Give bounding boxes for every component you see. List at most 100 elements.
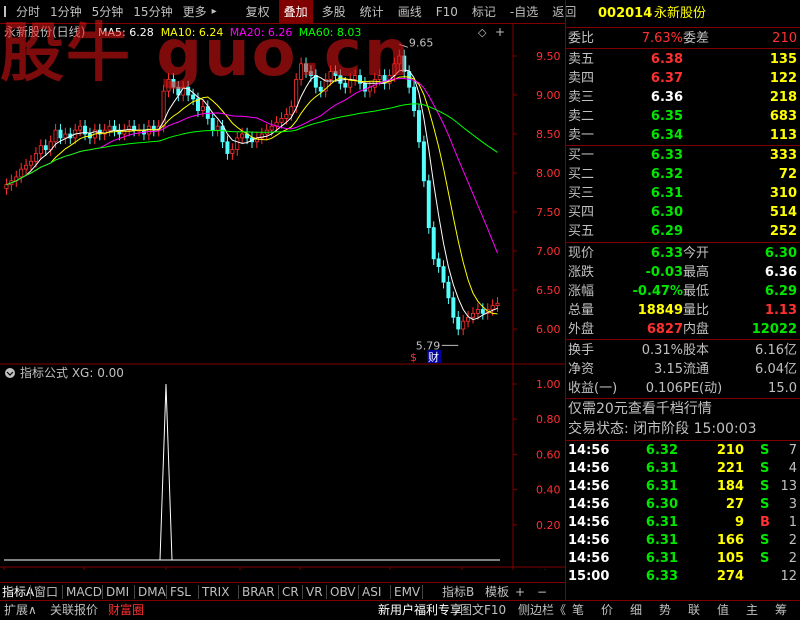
price-tick-label: 8.00 bbox=[536, 167, 561, 180]
quote-panel: 002014 永新股份 委比 7.63% 委差 210 卖五 6.38 135 卖四 6.37 122… bbox=[565, 0, 800, 600]
candle-body bbox=[470, 312, 475, 318]
buy-price[interactable]: 6.30 bbox=[651, 203, 683, 222]
bottom-right-tab-2[interactable]: 细 bbox=[630, 601, 642, 620]
quote-row: 买三 6.31 310 bbox=[566, 184, 800, 203]
tab-obv[interactable]: OBV bbox=[330, 583, 356, 601]
stat-label: 现价 bbox=[568, 246, 595, 261]
sell-volume: 135 bbox=[769, 52, 797, 67]
tab-right-0[interactable]: 指标B bbox=[442, 583, 474, 601]
tab-right-2[interactable]: + bbox=[515, 583, 525, 601]
tick-count: 2 bbox=[788, 533, 797, 548]
tab-trix[interactable]: TRIX bbox=[202, 583, 229, 601]
price-tick-label: 9.50 bbox=[536, 50, 561, 63]
tab-dma[interactable]: DMA bbox=[138, 583, 166, 601]
quote-row: 仅需20元查看千档行情 bbox=[566, 400, 800, 419]
toolbar-right-item-7[interactable]: -自选 bbox=[505, 0, 543, 24]
tab-brar[interactable]: BRAR bbox=[242, 583, 275, 601]
tab-macd[interactable]: MACD bbox=[66, 583, 102, 601]
xaxis-label: 3 bbox=[303, 569, 310, 570]
candle-body bbox=[461, 320, 466, 330]
diamond-icon[interactable]: ◇ bbox=[478, 26, 487, 39]
tab-separator bbox=[358, 585, 359, 599]
candle-body bbox=[451, 297, 456, 318]
tick-direction: S bbox=[760, 461, 770, 476]
bottom-right-tab-4[interactable]: 联 bbox=[688, 601, 700, 620]
bottom-left-item-0[interactable]: 扩展∧ bbox=[4, 601, 37, 620]
kline-chart[interactable]: 9.509.008.508.007.507.006.506.00永新股份(日线)… bbox=[0, 24, 565, 570]
sell-price[interactable]: 6.36 bbox=[651, 88, 683, 107]
xaxis-label: 2 bbox=[243, 569, 250, 570]
price-tick-label: 8.50 bbox=[536, 128, 561, 141]
bottom-right-tab-7[interactable]: 筹 bbox=[775, 601, 787, 620]
quote-row: 卖一 6.34 113 bbox=[566, 126, 800, 145]
tick-price: 6.31 bbox=[645, 515, 678, 530]
level2-promo-link[interactable]: 仅需20元查看千档行情 bbox=[568, 400, 712, 419]
tick-time: 14:56 bbox=[568, 551, 610, 566]
stat-value: 6827 bbox=[646, 322, 683, 337]
info-value: 0.106 bbox=[645, 381, 683, 396]
bottom-right-tab-1[interactable]: 价 bbox=[601, 601, 613, 620]
candle-body bbox=[53, 129, 58, 143]
buy-price[interactable]: 6.33 bbox=[651, 146, 683, 165]
tab-cr[interactable]: CR bbox=[282, 583, 299, 601]
tick-time: 14:56 bbox=[568, 461, 610, 476]
quote-row: 14:56 6.31 221 S 4 bbox=[566, 459, 800, 478]
tick-direction: S bbox=[760, 443, 770, 458]
xg-signal-spike bbox=[159, 383, 173, 561]
tab-right-3[interactable]: − bbox=[537, 583, 547, 601]
candle-body bbox=[421, 141, 426, 182]
ma10-line bbox=[6, 76, 498, 315]
bottom-right-tab-0[interactable]: 笔 bbox=[572, 601, 584, 620]
indicator-menu-icon[interactable] bbox=[5, 368, 15, 378]
stat-label: 最高 bbox=[683, 265, 710, 280]
toolbar-right-item-6[interactable]: 标记 bbox=[467, 0, 501, 24]
tab-asi[interactable]: ASI bbox=[362, 583, 381, 601]
candle-body bbox=[446, 281, 451, 299]
tab-right-1[interactable]: 模板 bbox=[485, 583, 509, 601]
info-label: 股本 bbox=[683, 343, 710, 358]
tab-emv[interactable]: EMV bbox=[394, 583, 420, 601]
indicator-tabs: 指标A 窗口 MACD DMI DMA FSL TRIX BRAR CR VR OBV ASI EMV 指… bbox=[0, 582, 565, 600]
sell-price[interactable]: 6.38 bbox=[651, 50, 683, 69]
bottom-left-item-2[interactable]: 财富圈 bbox=[108, 601, 144, 620]
xaxis-label: 2021年 bbox=[4, 568, 43, 570]
sell-price[interactable]: 6.35 bbox=[651, 107, 683, 126]
bottom-right-tab-6[interactable]: 主 bbox=[746, 601, 758, 620]
bottom-mid-item-0[interactable]: 新用户福利专享 bbox=[378, 601, 462, 620]
candle-body bbox=[416, 110, 421, 143]
sell-level-label: 卖四 bbox=[568, 71, 595, 86]
period-label[interactable]: 日线 bbox=[527, 568, 549, 570]
dividend-marker[interactable]: $ bbox=[410, 351, 417, 364]
bottom-mid-item-1[interactable]: 图文F10 bbox=[460, 601, 506, 620]
buy-price[interactable]: 6.32 bbox=[651, 165, 683, 184]
tab-vr[interactable]: VR bbox=[306, 583, 323, 601]
bottom-left-item-1[interactable]: 关联报价 bbox=[50, 601, 98, 620]
bottom-mid-item-2[interactable]: 侧边栏《 bbox=[518, 601, 566, 620]
finance-marker[interactable]: 财 bbox=[428, 350, 439, 364]
quote-row: 002014 永新股份 bbox=[566, 4, 800, 23]
tab-separator bbox=[198, 585, 199, 599]
bottom-right-tab-3[interactable]: 势 bbox=[659, 601, 671, 620]
tab-窗口[interactable]: 窗口 bbox=[34, 583, 58, 601]
toolbar-right-item-5[interactable]: F10 bbox=[431, 0, 463, 24]
plus-icon[interactable]: + bbox=[495, 25, 505, 39]
candle-body bbox=[63, 133, 68, 139]
buy-price[interactable]: 6.29 bbox=[651, 222, 683, 241]
info-value: 15.0 bbox=[768, 381, 797, 396]
info-label: 流通 bbox=[683, 362, 710, 377]
divider bbox=[566, 339, 800, 340]
sell-price[interactable]: 6.34 bbox=[651, 126, 683, 145]
buy-price[interactable]: 6.31 bbox=[651, 184, 683, 203]
stat-label: 总量 bbox=[568, 303, 595, 318]
quote-row: 15:00 6.33 274 12 bbox=[566, 567, 800, 586]
info-label: 净资 bbox=[568, 362, 595, 377]
tick-direction: B bbox=[760, 515, 770, 530]
tick-time: 14:56 bbox=[568, 497, 610, 512]
weicha-label: 委差 bbox=[683, 31, 710, 46]
tab-dmi[interactable]: DMI bbox=[106, 583, 129, 601]
sell-price[interactable]: 6.37 bbox=[651, 69, 683, 88]
tab-fsl[interactable]: FSL bbox=[170, 583, 191, 601]
quote-row: 卖三 6.36 218 bbox=[566, 88, 800, 107]
bottom-right-tab-5[interactable]: 值 bbox=[717, 601, 729, 620]
tick-volume: 274 bbox=[716, 569, 744, 584]
